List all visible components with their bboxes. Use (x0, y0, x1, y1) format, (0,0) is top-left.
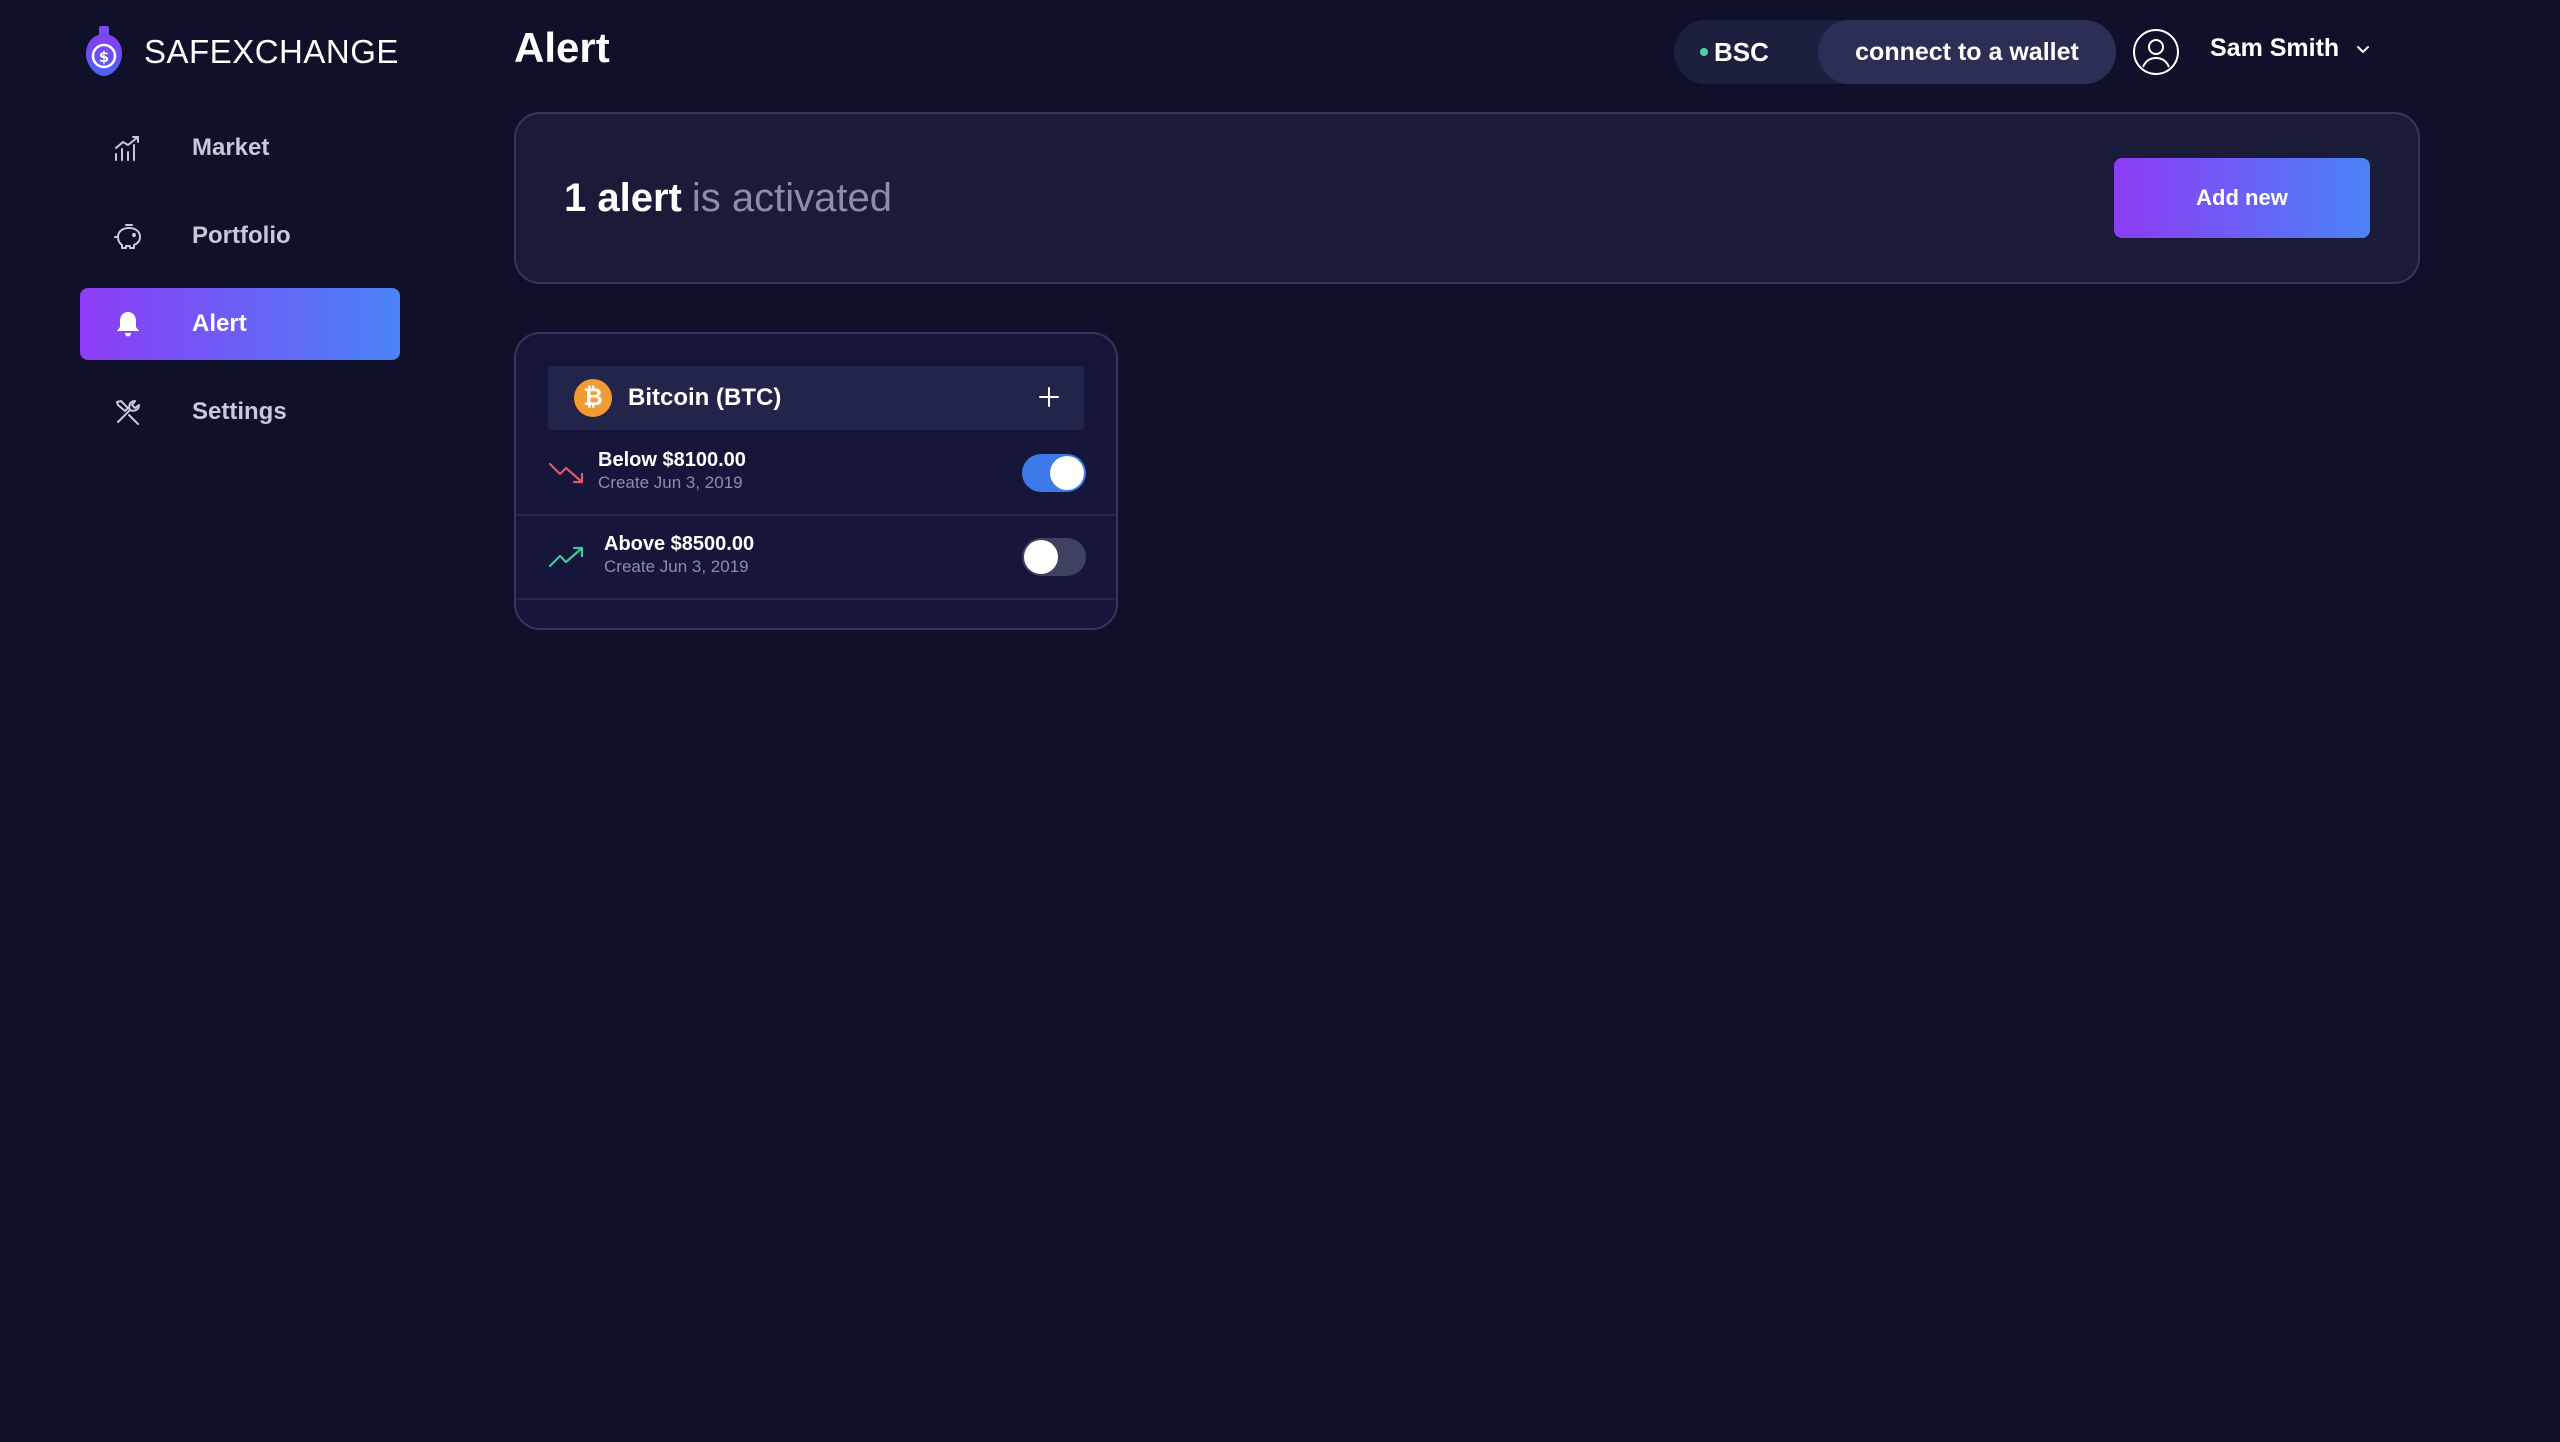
sidebar-item-label: Market (192, 134, 270, 161)
alert-count: 1 alert (564, 175, 682, 220)
alert-row: Above $8500.00 Create Jun 3, 2019 (516, 516, 1116, 600)
add-new-alert-button[interactable]: Add new (2114, 158, 2370, 238)
chart-icon (110, 130, 146, 166)
network-name: BSC (1714, 36, 1769, 67)
alert-toggle[interactable] (1022, 454, 1086, 492)
alert-texts: Above $8500.00 Create Jun 3, 2019 (604, 532, 754, 578)
alert-title: Below $8100.00 (598, 449, 746, 471)
alert-date: Create Jun 3, 2019 (598, 473, 743, 492)
sidebar-item-alert[interactable]: Alert (80, 288, 400, 360)
page-title: Alert (514, 24, 610, 71)
toggle-knob (1024, 540, 1058, 574)
piggy-bank-icon (110, 218, 146, 254)
plus-icon[interactable] (1034, 382, 1064, 412)
toggle-knob (1050, 456, 1084, 490)
tools-icon (110, 394, 146, 430)
coin-card-header: ₿ Bitcoin (BTC) (548, 366, 1084, 430)
alert-row: Below $8100.00 Create Jun 3, 2019 (516, 432, 1116, 516)
alert-title: Above $8500.00 (604, 533, 755, 555)
sidebar-nav: Market Portfolio Alert Settings (80, 112, 400, 464)
sidebar-item-label: Alert (192, 310, 247, 337)
network-label-wrapper: BSC (1700, 20, 1769, 84)
coin-name: Bitcoin (BTC) (628, 384, 782, 411)
alert-toggle[interactable] (1022, 538, 1086, 576)
network-selector[interactable]: BSC connect to a wallet (1674, 20, 2116, 84)
brand-logo[interactable]: $ SAFEXCHANGE (84, 26, 399, 78)
alert-date: Create Jun 3, 2019 (604, 557, 749, 576)
bell-icon (110, 306, 146, 342)
brand-name: SAFEXCHANGE (144, 33, 399, 70)
alert-summary-panel: 1 alert is activated Add new (514, 112, 2420, 284)
sidebar-item-portfolio[interactable]: Portfolio (80, 200, 400, 272)
svg-text:$: $ (99, 48, 109, 66)
shield-dollar-icon: $ (86, 26, 122, 76)
network-status-dot (1700, 48, 1708, 56)
coin-alert-card: ₿ Bitcoin (BTC) Below $8100.00 Create Ju… (514, 332, 1118, 630)
alert-summary-text: 1 alert is activated (564, 114, 892, 282)
alert-texts: Below $8100.00 Create Jun 3, 2019 (598, 448, 746, 494)
user-menu[interactable]: Sam Smith (2210, 34, 2373, 63)
trend-up-icon (548, 546, 584, 568)
sidebar-item-label: Portfolio (192, 222, 291, 249)
sidebar-item-label: Settings (192, 398, 287, 425)
connect-wallet-button[interactable]: connect to a wallet (1818, 20, 2116, 84)
sidebar-item-settings[interactable]: Settings (80, 376, 400, 448)
alert-status: is activated (691, 175, 892, 220)
sidebar-item-market[interactable]: Market (80, 112, 400, 184)
trend-down-icon (548, 462, 584, 484)
user-name: Sam Smith (2210, 34, 2340, 62)
user-avatar-icon[interactable] (2132, 28, 2180, 76)
bitcoin-icon: ₿ (574, 379, 612, 417)
chevron-down-icon (2357, 45, 2370, 53)
